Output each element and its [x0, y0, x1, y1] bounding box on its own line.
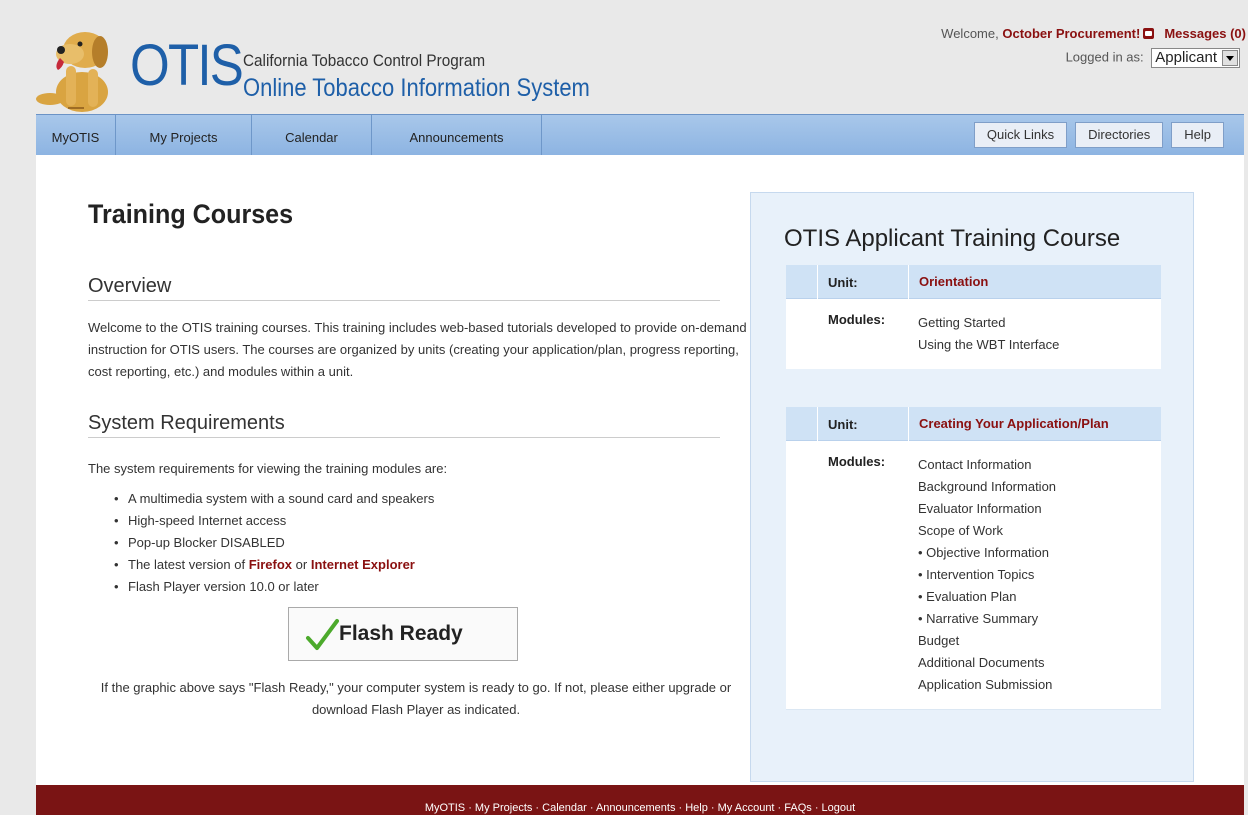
unit-name-link[interactable]: Creating Your Application/Plan — [908, 407, 1161, 441]
firefox-link[interactable]: Firefox — [249, 557, 292, 572]
site-footer: MyOTIS · My Projects · Calendar · Announ… — [36, 785, 1244, 815]
browser-req-prefix: The latest version of — [128, 557, 246, 572]
module-item[interactable]: Evaluator Information — [918, 498, 1056, 520]
logged-in-label: Logged in as: — [1065, 49, 1144, 65]
course-panel: OTIS Applicant Training Course Unit: Ori… — [750, 192, 1194, 782]
list-item: Flash Player version 10.0 or later — [114, 576, 434, 598]
welcome-prefix: Welcome, — [941, 26, 999, 41]
main-content: Training Courses Overview Welcome to the… — [36, 155, 1244, 785]
modules-label: Modules: — [828, 454, 886, 469]
quick-links-button[interactable]: Quick Links — [973, 122, 1068, 148]
messages-link[interactable]: Messages (0) — [1164, 26, 1246, 41]
unit-modules: Modules: Getting Started Using the WBT I… — [786, 299, 1161, 369]
dog-mascot-icon — [36, 32, 108, 112]
module-item[interactable]: Additional Documents — [918, 652, 1056, 674]
list-item: Pop-up Blocker DISABLED — [114, 532, 434, 554]
nav-announcements[interactable]: Announcements — [372, 115, 542, 155]
quick-nav: Quick Links Directories Help — [966, 122, 1224, 148]
page-title: Training Courses — [88, 199, 294, 229]
user-name-link[interactable]: October Procurement! — [1002, 26, 1140, 41]
module-list: Getting Started Using the WBT Interface — [918, 312, 1059, 356]
module-list: Contact Information Background Informati… — [918, 454, 1056, 696]
overview-heading: Overview — [88, 275, 720, 301]
welcome-bar: Welcome, October Procurement! Messages (0… — [941, 26, 1246, 41]
system-name: Online Tobacco Information System — [243, 74, 590, 102]
system-requirements-intro: The system requirements for viewing the … — [88, 461, 448, 476]
unit-orientation: Unit: Orientation Modules: Getting Start… — [786, 265, 1161, 407]
module-item[interactable]: Objective Information — [918, 542, 1056, 564]
site-header: OTIS California Tobacco Control Program … — [0, 0, 1248, 114]
module-item[interactable]: Using the WBT Interface — [918, 334, 1059, 356]
message-envelope-icon[interactable] — [1143, 28, 1155, 39]
flash-ready-text: Flash Ready — [339, 622, 463, 645]
role-value: Applicant — [1155, 49, 1217, 66]
main-nav: MyOTIS My Projects Calendar Announcement… — [36, 114, 1244, 155]
module-item[interactable]: Narrative Summary — [918, 608, 1056, 630]
module-item[interactable]: Evaluation Plan — [918, 586, 1056, 608]
module-item[interactable]: Application Submission — [918, 674, 1056, 696]
module-item[interactable]: Getting Started — [918, 312, 1059, 334]
overview-text: Welcome to the OTIS training courses. Th… — [88, 320, 747, 379]
unit-header: Unit: Orientation — [786, 265, 1161, 299]
role-select[interactable]: Applicant — [1151, 48, 1240, 68]
module-item[interactable]: Budget — [918, 630, 1056, 652]
module-item[interactable]: Contact Information — [918, 454, 1056, 476]
flash-ready-badge: Flash Ready — [288, 607, 518, 661]
unit-spacer — [786, 407, 818, 441]
directories-button[interactable]: Directories — [1075, 122, 1164, 148]
module-item[interactable]: Background Information — [918, 476, 1056, 498]
unit-label: Unit: — [828, 417, 858, 432]
flash-note: If the graphic above says "Flash Ready,"… — [100, 680, 732, 717]
nav-my-projects[interactable]: My Projects — [116, 115, 252, 155]
checkmark-icon — [306, 619, 339, 650]
nav-myotis[interactable]: MyOTIS — [36, 115, 116, 155]
browser-or: or — [295, 557, 308, 572]
divider — [786, 369, 1161, 407]
divider — [786, 709, 1161, 745]
footer-links[interactable]: MyOTIS · My Projects · Calendar · Announ… — [425, 802, 855, 814]
module-item[interactable]: Intervention Topics — [918, 564, 1056, 586]
unit-modules: Modules: Contact Information Background … — [786, 441, 1161, 745]
unit-header: Unit: Creating Your Application/Plan — [786, 407, 1161, 441]
modules-label: Modules: — [828, 312, 886, 327]
chevron-down-icon[interactable] — [1222, 50, 1238, 66]
logo-wordmark: OTIS — [130, 33, 244, 98]
help-button[interactable]: Help — [1171, 122, 1224, 148]
course-title: OTIS Applicant Training Course — [784, 225, 1121, 252]
program-name: California Tobacco Control Program — [243, 51, 486, 70]
unit-name-link[interactable]: Orientation — [908, 265, 1161, 299]
list-item: High-speed Internet access — [114, 510, 434, 532]
logged-in-as: Logged in as: Applicant — [1066, 48, 1240, 68]
unit-creating-application: Unit: Creating Your Application/Plan Mod… — [786, 407, 1161, 745]
module-item[interactable]: Scope of Work — [918, 520, 1056, 542]
unit-label: Unit: — [828, 275, 858, 290]
internet-explorer-link[interactable]: Internet Explorer — [311, 557, 415, 572]
unit-spacer — [786, 265, 818, 299]
system-requirements-heading: System Requirements — [88, 412, 720, 438]
primary-nav: MyOTIS My Projects Calendar Announcement… — [36, 115, 542, 155]
nav-calendar[interactable]: Calendar — [252, 115, 372, 155]
requirements-list: A multimedia system with a sound card an… — [114, 488, 434, 598]
list-item: The latest version of Firefox or Interne… — [114, 554, 434, 576]
list-item: A multimedia system with a sound card an… — [114, 488, 434, 510]
